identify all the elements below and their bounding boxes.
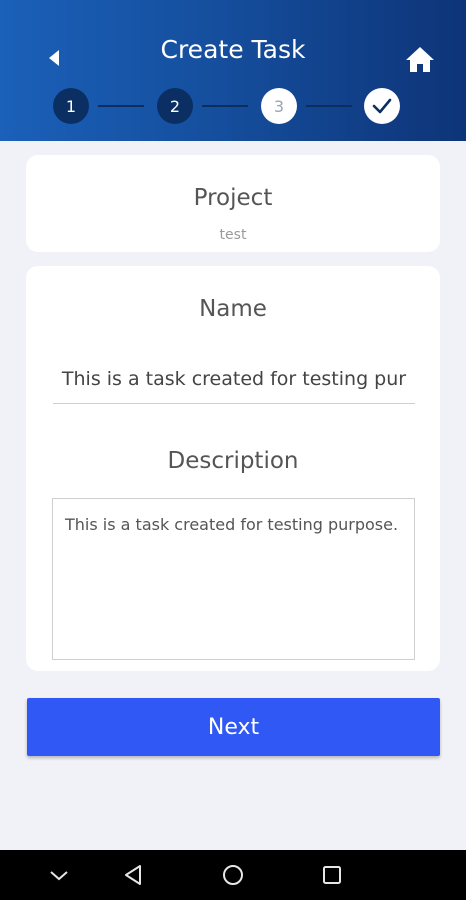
nav-home-button[interactable] — [218, 860, 248, 890]
description-label: Description — [167, 448, 299, 474]
step-2-label: 2 — [169, 96, 181, 116]
page-title: Create Task — [160, 35, 306, 64]
step-3: 3 — [261, 88, 297, 124]
step-3-label: 3 — [273, 96, 285, 116]
next-button[interactable]: Next — [27, 698, 440, 756]
task-form-card: Name Description This is a task created … — [26, 266, 440, 671]
nav-hide-keyboard-button[interactable] — [44, 860, 74, 890]
home-icon — [406, 47, 434, 72]
step-connector — [98, 105, 144, 107]
nav-back-button[interactable] — [118, 860, 148, 890]
step-1: 1 — [53, 88, 89, 124]
step-connector — [306, 105, 352, 107]
name-input[interactable] — [53, 354, 415, 404]
system-nav-bar — [0, 850, 466, 900]
project-label: Project — [193, 185, 273, 211]
step-final — [364, 88, 400, 124]
project-card: Project test — [26, 155, 440, 252]
project-value: test — [219, 227, 247, 243]
home-circle-icon — [223, 865, 243, 885]
step-2: 2 — [157, 88, 193, 124]
nav-recents-button[interactable] — [317, 860, 347, 890]
step-1-label: 1 — [65, 96, 77, 116]
description-textarea[interactable]: This is a task created for testing purpo… — [52, 498, 415, 660]
name-label: Name — [199, 296, 267, 322]
app-header: Create Task 1 2 3 — [0, 0, 466, 141]
checkmark-icon — [372, 98, 392, 114]
recents-square-icon — [323, 866, 341, 884]
home-button[interactable] — [404, 44, 436, 74]
step-connector — [202, 105, 248, 107]
chevron-down-icon — [50, 871, 68, 881]
back-triangle-icon — [125, 865, 141, 885]
